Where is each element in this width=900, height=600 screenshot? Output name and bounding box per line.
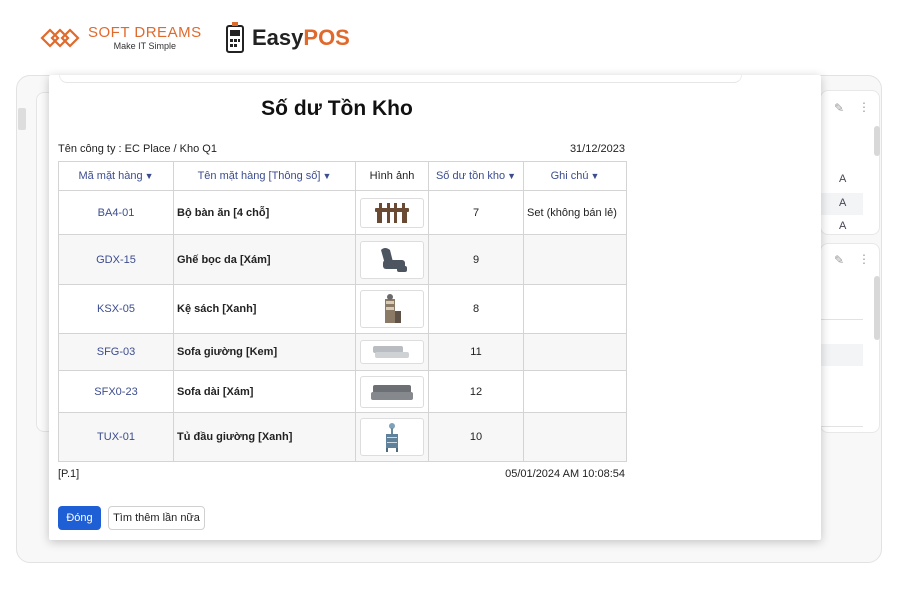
easypos-suffix: POS <box>303 25 350 50</box>
item-name-cell: Kệ sách [Xanh] <box>173 284 356 334</box>
item-image-cell <box>355 190 429 235</box>
stock-qty-cell: 12 <box>428 370 524 413</box>
note-cell <box>523 234 627 285</box>
note-cell <box>523 284 627 334</box>
note-cell: Set (không bán lẻ) <box>523 190 627 235</box>
column-header-note[interactable]: Ghi chú ▼ <box>523 161 627 191</box>
more-menu-icon[interactable]: ⋮ <box>858 100 870 114</box>
item-code-cell: SFX0-23 <box>58 370 174 413</box>
item-image-cell <box>355 284 429 334</box>
sort-caret-icon: ▼ <box>507 171 517 181</box>
background-cell: A <box>839 197 847 209</box>
long-sofa-icon <box>360 375 424 408</box>
sofa-bed-icon <box>360 340 424 364</box>
sort-caret-icon: ▼ <box>590 171 600 181</box>
background-row-highlight <box>821 344 863 366</box>
bookshelf-icon <box>360 290 424 328</box>
item-code-cell: SFG-03 <box>58 333 174 371</box>
item-code-cell: BA4-01 <box>58 190 174 235</box>
dialog-top-bar <box>59 75 742 83</box>
table-row: BA4-01 Bộ bàn ăn [4 chỗ] 7 Set (không bá… <box>58 190 627 235</box>
pos-terminal-icon <box>226 22 244 53</box>
printed-timestamp: 05/01/2024 AM 10:08:54 <box>505 468 625 480</box>
note-cell <box>523 412 627 462</box>
item-image-cell <box>355 370 429 413</box>
note-cell <box>523 370 627 413</box>
search-again-button[interactable]: Tìm thêm lần nữa <box>108 506 205 530</box>
background-panel-right-bottom <box>820 243 880 433</box>
inventory-report-dialog: Số dư Tồn Kho Tên công ty : EC Place / K… <box>49 75 821 540</box>
page-indicator: [P.1] <box>58 468 80 480</box>
close-button[interactable]: Đóng <box>58 506 101 530</box>
background-divider <box>821 319 863 320</box>
sort-caret-icon: ▼ <box>322 171 332 181</box>
item-name-cell: Ghế bọc da [Xám] <box>173 234 356 285</box>
table-row: SFX0-23 Sofa dài [Xám] 12 <box>58 370 627 413</box>
softdreams-logo: SOFT DREAMS Make IT Simple <box>38 22 202 54</box>
item-code-cell: KSX-05 <box>58 284 174 334</box>
scrollbar-thumb[interactable] <box>874 126 880 156</box>
company-line: Tên công ty : EC Place / Kho Q1 <box>58 143 217 155</box>
stock-qty-cell: 7 <box>428 190 524 235</box>
sidebar-handle[interactable] <box>18 108 26 130</box>
table-row: TUX-01 Tủ đầu giường [Xanh] 10 <box>58 412 627 462</box>
screen: SOFT DREAMS Make IT Simple EasyPOS ✎ ⋮ ✎… <box>0 0 900 600</box>
table-row: SFG-03 Sofa giường [Kem] 11 <box>58 333 627 371</box>
item-image-cell <box>355 412 429 462</box>
background-divider <box>821 426 863 427</box>
item-image-cell <box>355 333 429 371</box>
item-image-cell <box>355 234 429 285</box>
stock-qty-cell: 8 <box>428 284 524 334</box>
column-header-image: Hình ảnh <box>355 161 429 191</box>
scrollbar-thumb[interactable] <box>874 276 880 340</box>
dining-set-icon <box>360 197 424 228</box>
table-header-row: Mã mặt hàng ▼ Tên mặt hàng [Thông số] ▼ Hì… <box>58 161 627 191</box>
item-name-cell: Bộ bàn ăn [4 chỗ] <box>173 190 356 235</box>
stock-qty-cell: 9 <box>428 234 524 285</box>
stock-qty-cell: 10 <box>428 412 524 462</box>
item-name-cell: Sofa dài [Xám] <box>173 370 356 413</box>
report-date: 31/12/2023 <box>569 143 625 155</box>
note-cell <box>523 333 627 371</box>
easypos-prefix: Easy <box>252 25 304 50</box>
background-cell: A <box>839 173 847 185</box>
table-row: GDX-15 Ghế bọc da [Xám] 9 <box>58 234 627 285</box>
report-title: Số dư Tồn Kho <box>261 97 413 120</box>
item-name-cell: Sofa giường [Kem] <box>173 333 356 371</box>
edit-pen-icon[interactable]: ✎ <box>834 101 844 115</box>
easypos-logo: EasyPOS <box>224 22 350 54</box>
background-cell: A <box>839 220 847 232</box>
inventory-table: Mã mặt hàng ▼ Tên mặt hàng [Thông số] ▼ Hì… <box>58 161 627 462</box>
edit-pen-icon[interactable]: ✎ <box>834 253 844 267</box>
column-header-stock-balance[interactable]: Số dư tồn kho ▼ <box>428 161 524 191</box>
item-code-cell: TUX-01 <box>58 412 174 462</box>
recliner-chair-icon <box>360 240 424 279</box>
softdreams-mark-icon <box>40 28 80 48</box>
item-code-cell: GDX-15 <box>58 234 174 285</box>
nightstand-icon <box>360 418 424 456</box>
stock-qty-cell: 11 <box>428 333 524 371</box>
column-header-item-name[interactable]: Tên mặt hàng [Thông số] ▼ <box>173 161 356 191</box>
item-name-cell: Tủ đầu giường [Xanh] <box>173 412 356 462</box>
sort-caret-icon: ▼ <box>144 171 154 181</box>
column-header-item-code[interactable]: Mã mặt hàng ▼ <box>58 161 174 191</box>
softdreams-name: SOFT DREAMS <box>88 24 202 41</box>
softdreams-tagline: Make IT Simple <box>113 41 176 51</box>
table-row: KSX-05 Kệ sách [Xanh] 8 <box>58 284 627 334</box>
more-menu-icon[interactable]: ⋮ <box>858 252 870 266</box>
